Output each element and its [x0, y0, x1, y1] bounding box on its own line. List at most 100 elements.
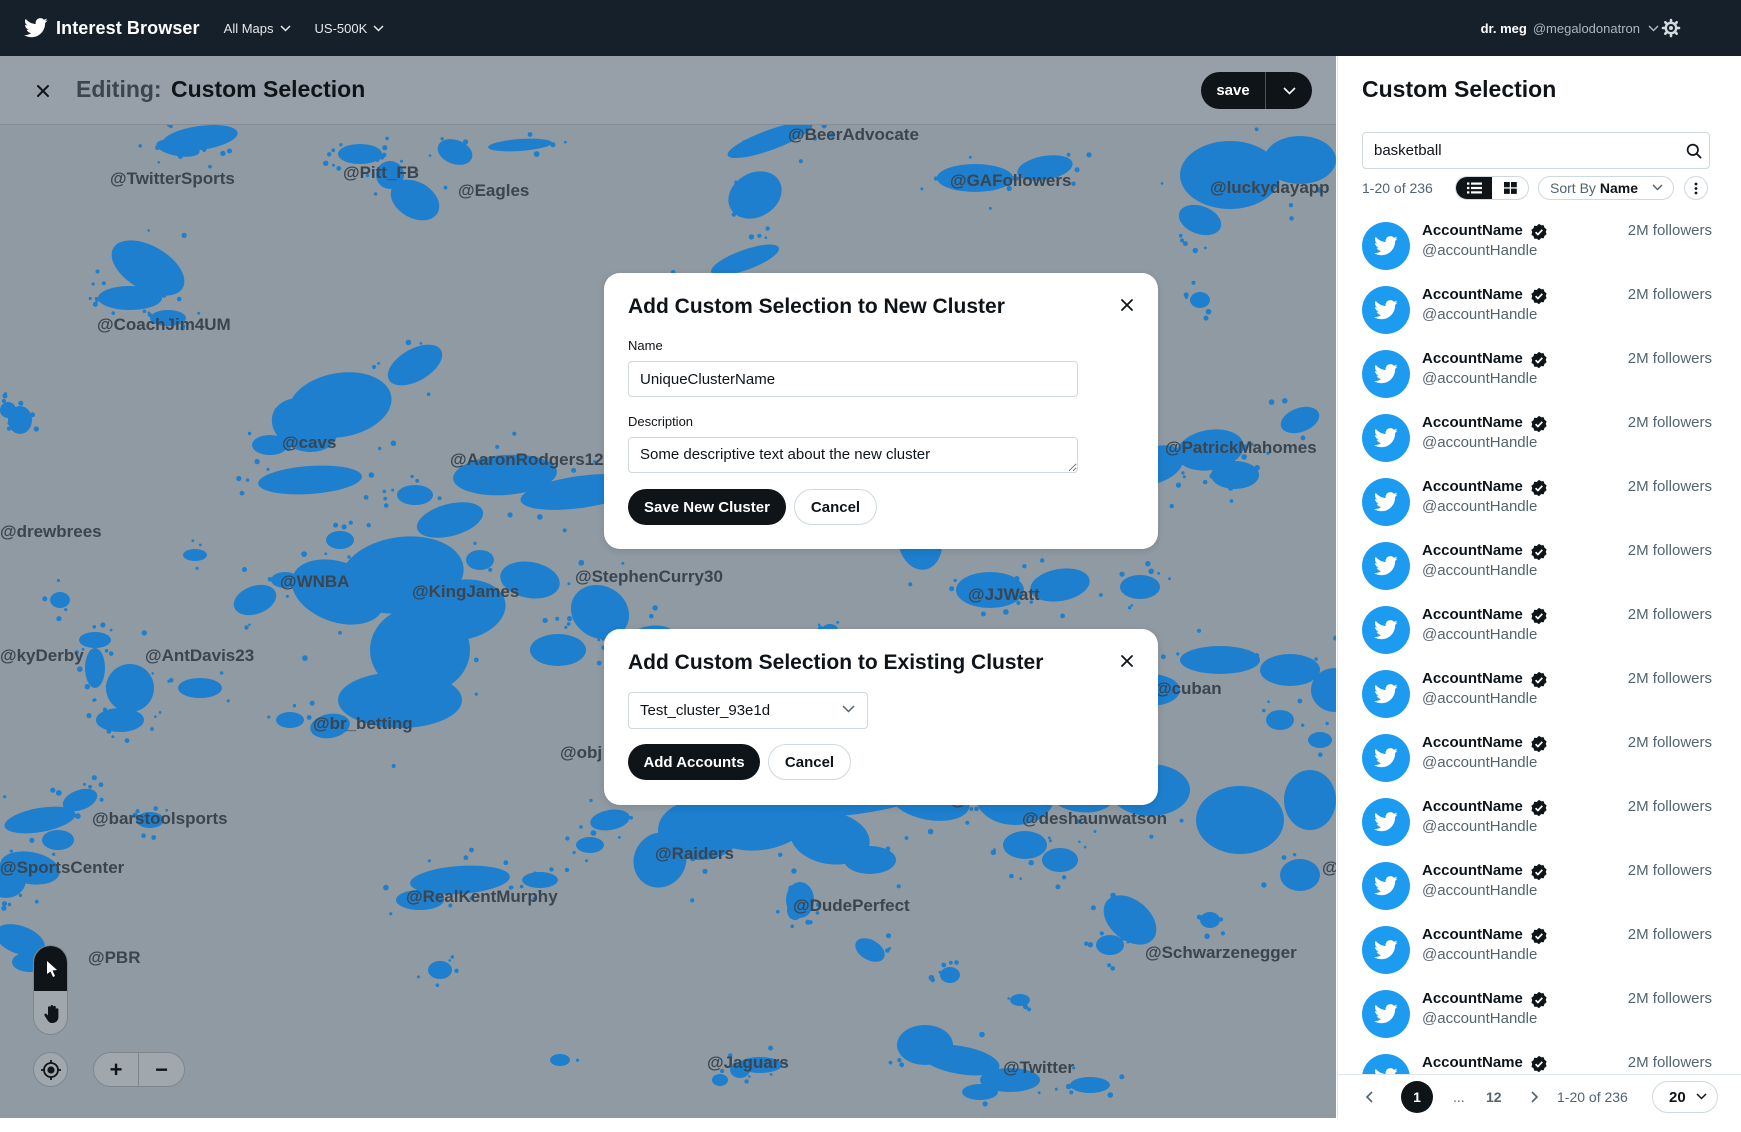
maps-dropdown[interactable]: All Maps — [224, 21, 291, 36]
cluster-blob[interactable] — [1266, 710, 1294, 730]
cluster-blob[interactable] — [98, 286, 162, 310]
cluster-blob[interactable] — [428, 961, 452, 979]
map-cluster-label[interactable]: @KingJames — [412, 582, 519, 601]
cluster-blob[interactable] — [522, 872, 558, 888]
cluster-blob[interactable] — [85, 648, 105, 688]
cluster-blob[interactable] — [79, 632, 111, 648]
map-cluster-label[interactable]: @AntDavis23 — [145, 646, 254, 665]
cluster-blob[interactable] — [42, 830, 74, 850]
list-item[interactable]: AccountName @accountHandle 2M followers — [1338, 984, 1741, 1048]
sort-dropdown[interactable]: Sort By Name — [1538, 176, 1674, 200]
map-cluster-label[interactable]: @JJWatt — [968, 585, 1040, 604]
save-button[interactable]: save — [1201, 72, 1266, 109]
cluster-blob[interactable] — [1308, 732, 1332, 748]
page-current-button[interactable]: 1 — [1401, 1081, 1433, 1113]
map-cluster-label[interactable]: @StephenCurry30 — [575, 567, 723, 586]
cluster-blob[interactable] — [1284, 770, 1336, 830]
cluster-blob[interactable] — [712, 1074, 728, 1086]
cluster-blob[interactable] — [1264, 136, 1336, 184]
cluster-blob[interactable] — [1196, 786, 1284, 854]
brand[interactable]: Interest Browser — [24, 18, 200, 39]
map-cluster-label[interactable]: @Jaguars — [707, 1053, 789, 1072]
map-cluster-label[interactable]: @CoachJim4UM — [97, 315, 231, 334]
interest-map[interactable]: @TwitterSports @Pitt_FB @Eagles @BeerAdvoca… — [0, 56, 1336, 1118]
cluster-blob[interactable] — [466, 550, 494, 570]
list-item[interactable]: AccountName @accountHandle 2M followers — [1338, 472, 1741, 536]
cluster-blob[interactable] — [178, 678, 222, 698]
save-new-cluster-button[interactable]: Save New Cluster — [628, 489, 786, 525]
cluster-blob[interactable] — [276, 712, 304, 728]
page-size-dropdown[interactable]: 20 — [1652, 1081, 1718, 1113]
list-item[interactable]: AccountName @accountHandle 2M followers — [1338, 216, 1741, 280]
pan-tool-button[interactable] — [34, 991, 67, 1034]
cluster-blob[interactable] — [962, 1084, 998, 1100]
map-cluster-label[interactable]: @GAFollowers — [950, 171, 1071, 190]
cluster-blob[interactable] — [381, 336, 449, 394]
cluster-blob[interactable] — [96, 708, 144, 732]
map-cluster-label[interactable]: @br_betting — [313, 714, 413, 733]
cluster-blob[interactable] — [851, 933, 889, 966]
cluster-blob[interactable] — [434, 135, 476, 170]
gear-icon[interactable] — [1661, 18, 1681, 38]
cluster-blob[interactable] — [1070, 1077, 1110, 1093]
cluster-blob[interactable] — [940, 967, 960, 983]
cluster-blob[interactable] — [257, 462, 363, 497]
cluster-blob[interactable] — [1096, 935, 1124, 955]
map-cluster-label[interactable]: @cavs — [282, 433, 336, 452]
page-last-button[interactable]: 12 — [1486, 1089, 1502, 1105]
cluster-blob[interactable] — [183, 549, 207, 561]
cluster-blob[interactable] — [589, 807, 632, 834]
cluster-blob[interactable] — [576, 837, 604, 853]
list-view-button[interactable] — [1456, 177, 1492, 199]
list-item[interactable]: AccountName @accountHandle 2M followers — [1338, 344, 1741, 408]
cluster-blob[interactable] — [0, 402, 16, 418]
search-input[interactable] — [1362, 132, 1710, 169]
cluster-name-input[interactable] — [628, 361, 1078, 397]
cancel-button[interactable]: Cancel — [768, 744, 851, 780]
map-cluster-label[interactable]: @SportsCenter — [0, 858, 125, 877]
more-options-button[interactable] — [1684, 176, 1708, 200]
close-icon[interactable] — [1118, 296, 1136, 314]
cluster-blob[interactable] — [488, 137, 553, 153]
chevron-right-icon[interactable] — [1526, 1089, 1542, 1105]
region-dropdown[interactable]: US-500K — [315, 21, 385, 36]
cluster-blob[interactable] — [1200, 912, 1220, 928]
select-tool-button[interactable] — [34, 946, 67, 991]
list-item[interactable]: AccountName @accountHandle 2M followers — [1338, 728, 1741, 792]
cluster-blob[interactable] — [720, 162, 790, 228]
close-icon[interactable] — [1118, 652, 1136, 670]
list-item[interactable]: AccountName @accountHandle 2M followers — [1338, 280, 1741, 344]
add-accounts-button[interactable]: Add Accounts — [628, 744, 760, 780]
map-cluster-label[interactable]: @drewbrees — [0, 522, 102, 541]
recenter-button[interactable] — [33, 1052, 68, 1087]
cluster-blob[interactable] — [1211, 461, 1259, 489]
map-cluster-label[interactable]: @TwitterSports — [110, 169, 235, 188]
map-cluster-label[interactable]: @BeerAdvocate — [788, 125, 919, 144]
map-cluster-label[interactable]: @Schwarzenegger — [1145, 943, 1297, 962]
map-cluster-label[interactable]: @kyDerby — [0, 646, 84, 665]
map-cluster-label[interactable]: @cuban — [1155, 679, 1222, 698]
map-cluster-label[interactable]: @Eagles — [458, 181, 529, 200]
zoom-out-button[interactable]: − — [139, 1053, 184, 1086]
list-item[interactable]: AccountName @accountHandle 2M followers — [1338, 600, 1741, 664]
map-cluster-label[interactable]: @RealKentMurphy — [406, 887, 558, 906]
list-item[interactable]: AccountName @accountHandle 2M followers — [1338, 920, 1741, 984]
chevron-left-icon[interactable] — [1362, 1089, 1378, 1105]
zoom-in-button[interactable]: + — [94, 1053, 140, 1086]
map-cluster-label[interactable]: @luckydayapp — [1210, 178, 1330, 197]
map-cluster-label[interactable]: @deshaunwatson — [1022, 809, 1167, 828]
user-menu[interactable]: dr. meg @megalodonatron — [1481, 0, 1659, 56]
cluster-blob[interactable] — [326, 531, 354, 549]
cluster-blob[interactable] — [50, 592, 70, 608]
map-cluster-label[interactable]: @PBR — [88, 948, 140, 967]
map-cluster-label[interactable]: @Pi — [1322, 858, 1336, 877]
cluster-blob[interactable] — [102, 660, 158, 716]
map-cluster-label[interactable]: @Twitter — [1003, 1058, 1074, 1077]
cluster-blob[interactable] — [1120, 575, 1160, 599]
cluster-blob[interactable] — [1277, 402, 1323, 438]
cluster-blob[interactable] — [1180, 141, 1280, 209]
cancel-button[interactable]: Cancel — [794, 489, 877, 525]
cluster-description-input[interactable]: Some descriptive text about the new clus… — [628, 437, 1078, 473]
list-item[interactable]: AccountName @accountHandle 2M followers — [1338, 536, 1741, 600]
list-item[interactable]: AccountName @accountHandle 2M followers — [1338, 664, 1741, 728]
